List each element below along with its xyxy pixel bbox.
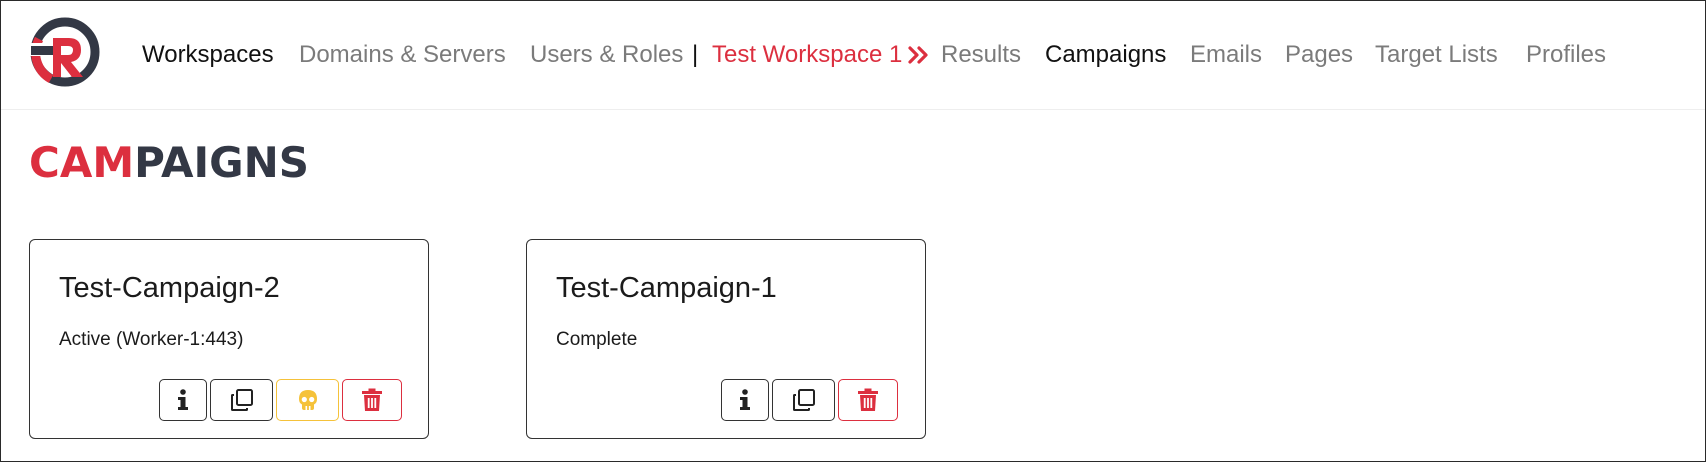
info-icon: [740, 389, 750, 410]
nav-emails[interactable]: Emails: [1190, 39, 1262, 71]
trash-icon: [362, 388, 382, 411]
campaign-card[interactable]: Test-Campaign-2 Active (Worker-1:443): [29, 239, 429, 439]
nav-results[interactable]: Results: [941, 39, 1021, 71]
skull-icon: [298, 390, 317, 410]
campaign-copy-button[interactable]: [772, 379, 835, 421]
nav-domains-servers[interactable]: Domains & Servers: [299, 39, 506, 71]
campaign-name[interactable]: Test-Campaign-1: [556, 270, 777, 306]
campaign-status: Complete: [556, 329, 638, 350]
copy-icon: [792, 389, 815, 411]
page-title-rest: PAIGNS: [134, 138, 310, 187]
nav-users-roles[interactable]: Users & Roles: [530, 39, 683, 71]
trash-icon: [858, 388, 878, 411]
campaign-delete-button[interactable]: [342, 379, 402, 421]
app-window: Workspaces Domains & Servers Users & Rol…: [0, 0, 1706, 462]
page-title-accent: CAM: [29, 138, 135, 187]
campaign-card[interactable]: Test-Campaign-1 Complete: [526, 239, 926, 439]
logo-icon[interactable]: [27, 15, 103, 89]
campaign-info-button[interactable]: [159, 379, 207, 421]
nav-campaigns[interactable]: Campaigns: [1045, 39, 1166, 71]
page-title: CAMPAIGNS: [29, 139, 309, 187]
nav-profiles[interactable]: Profiles: [1526, 39, 1606, 71]
copy-icon: [230, 389, 253, 411]
campaign-copy-button[interactable]: [210, 379, 273, 421]
nav-workspaces[interactable]: Workspaces: [142, 39, 274, 71]
double-chevron-right-icon: [908, 46, 928, 64]
top-navbar: Workspaces Domains & Servers Users & Rol…: [1, 1, 1705, 110]
nav-pages[interactable]: Pages: [1285, 39, 1353, 71]
nav-separator: |: [692, 41, 699, 68]
campaign-kill-button[interactable]: [276, 379, 339, 421]
campaign-info-button[interactable]: [721, 379, 769, 421]
nav-target-lists[interactable]: Target Lists: [1375, 39, 1498, 71]
campaign-name[interactable]: Test-Campaign-2: [59, 270, 280, 306]
info-icon: [178, 389, 188, 410]
campaign-status: Active (Worker-1:443): [59, 329, 244, 350]
nav-current-workspace[interactable]: Test Workspace 1: [712, 39, 902, 71]
campaign-delete-button[interactable]: [838, 379, 898, 421]
